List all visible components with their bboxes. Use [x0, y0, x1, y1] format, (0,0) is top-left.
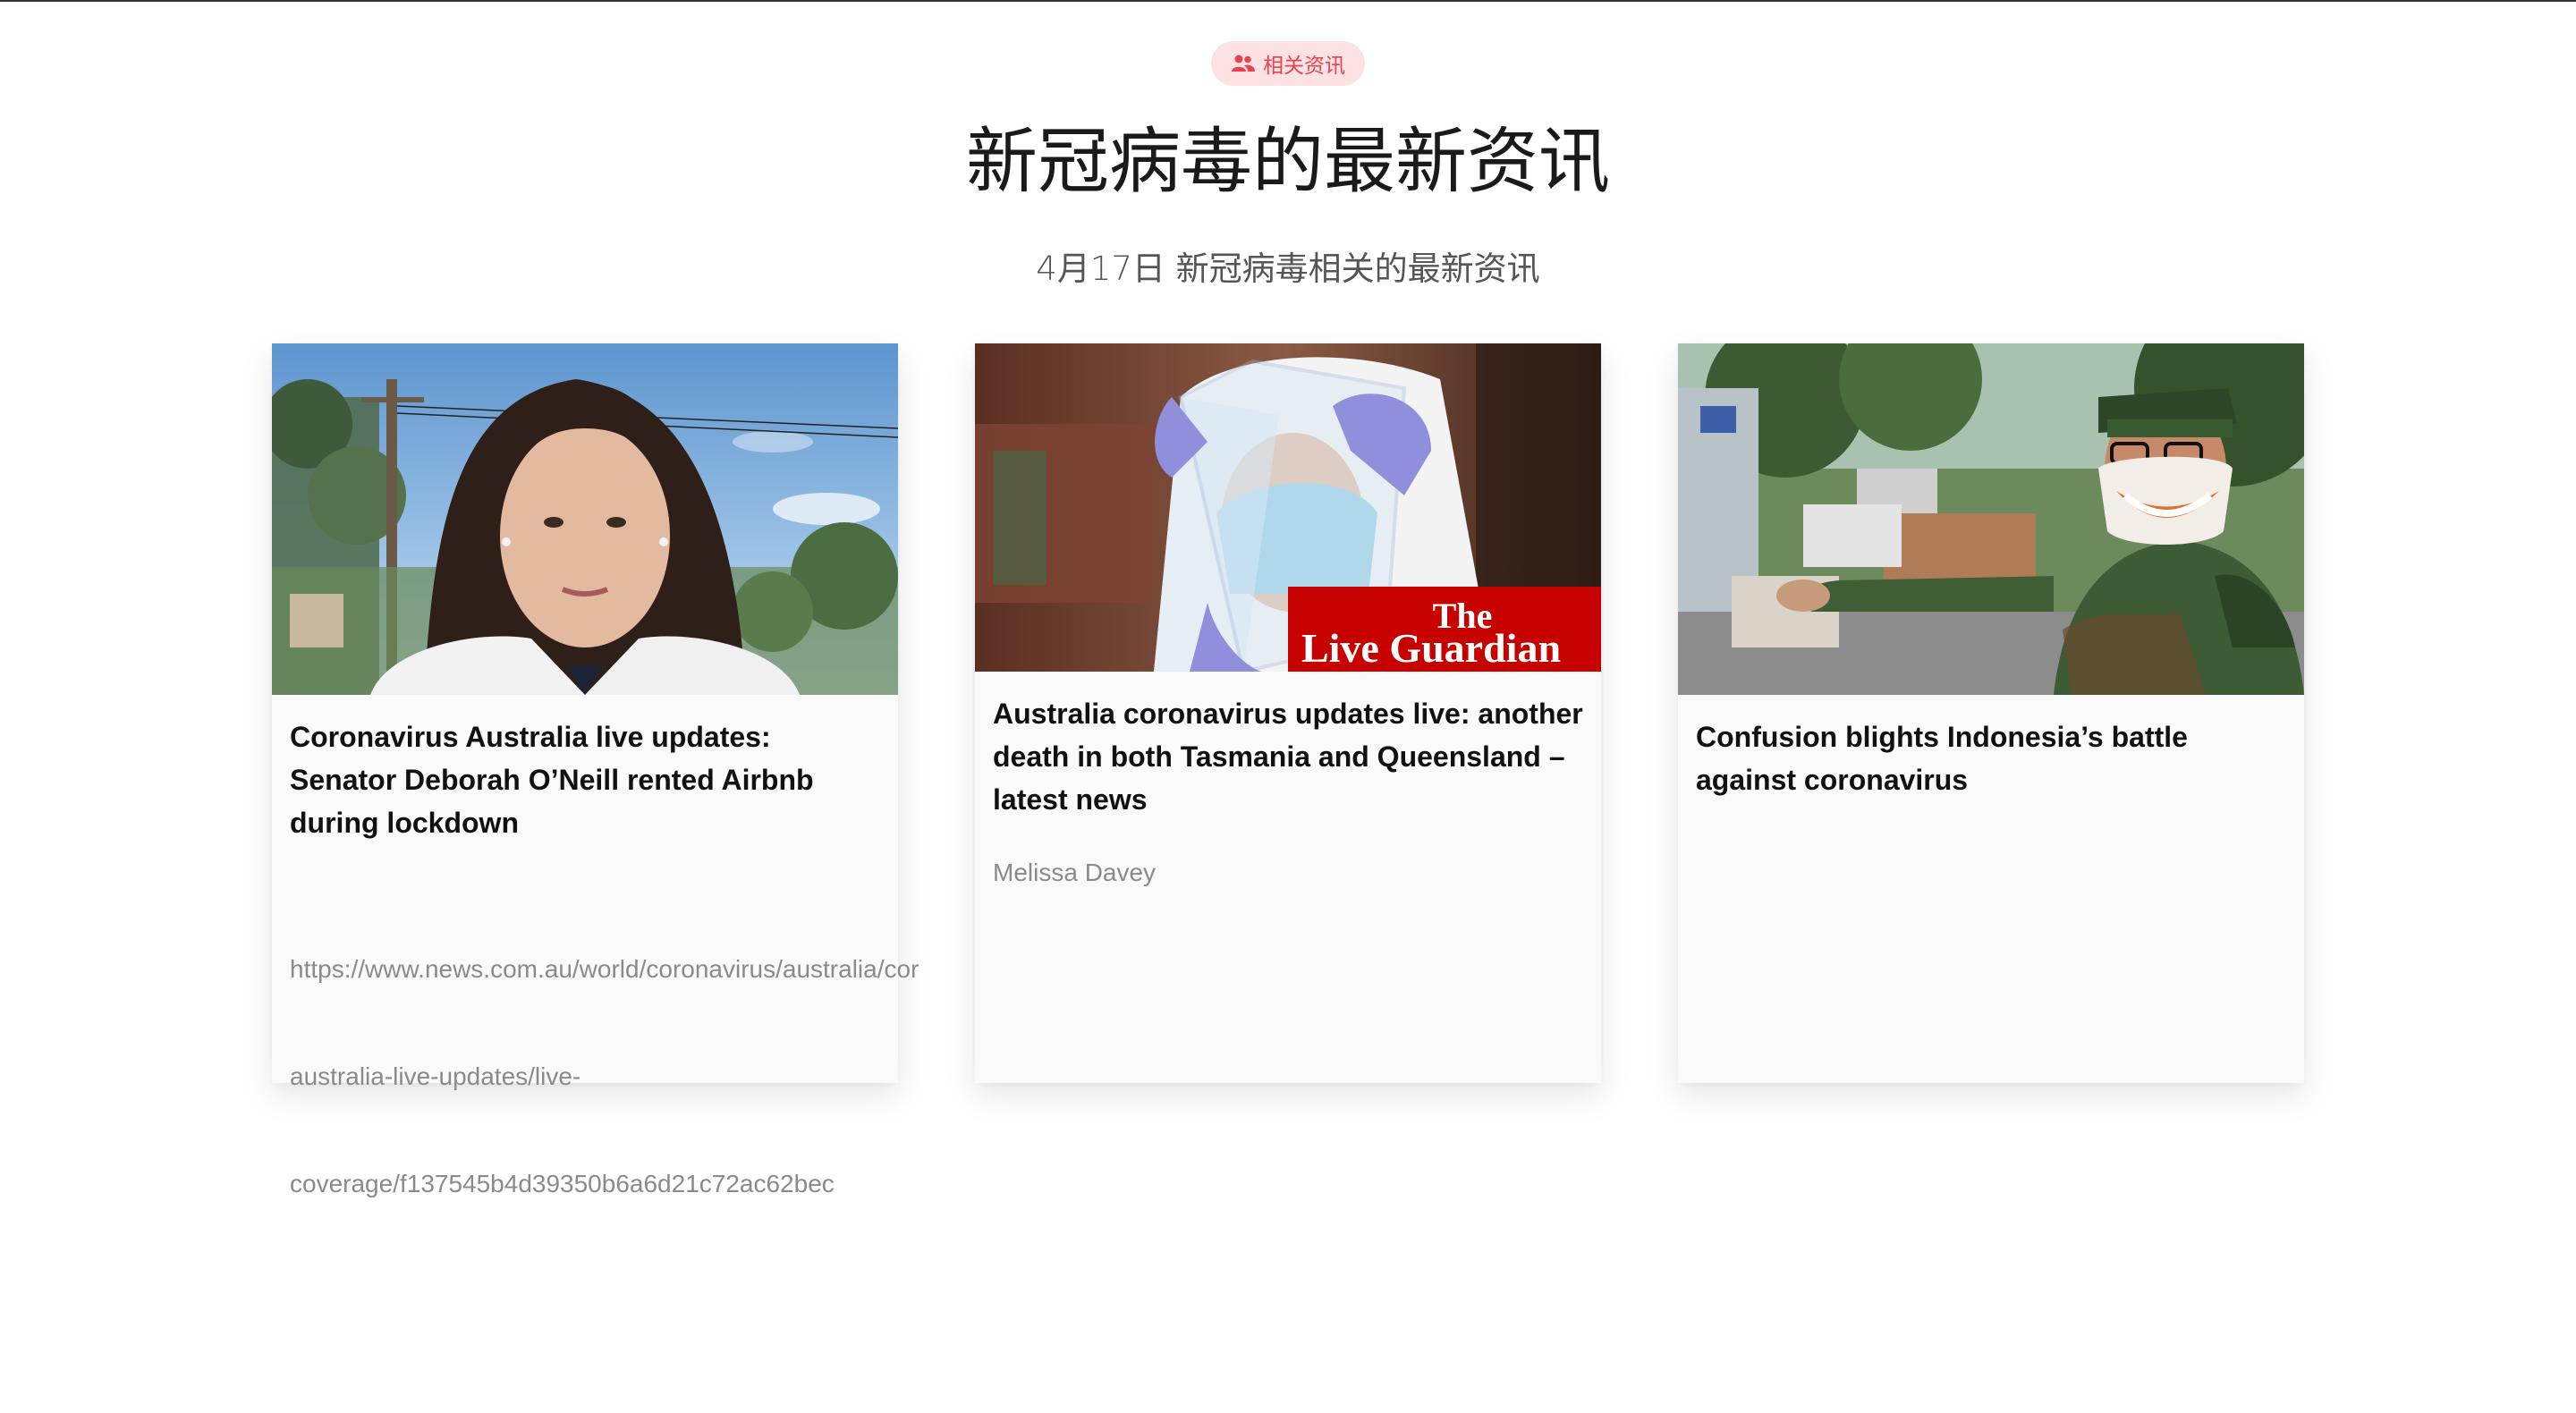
news-card-image[interactable]: The Live Guardian	[975, 343, 1601, 672]
url-line: https://www.news.com.au/world/coronaviru…	[290, 955, 919, 983]
news-card[interactable]: Confusion blights Indonesia’s battle aga…	[1678, 343, 2304, 1083]
news-card-headline[interactable]: Coronavirus Australia live updates: Sena…	[290, 715, 880, 844]
badge-label: 相关资讯	[1263, 55, 1345, 78]
section-title: 新冠病毒的最新资讯	[966, 120, 1610, 203]
news-card-image[interactable]	[1678, 343, 2304, 695]
news-card-headline[interactable]: Australia coronavirus updates live: anot…	[993, 692, 1583, 821]
section-subtitle: 4月17日 新冠病毒相关的最新资讯	[1036, 250, 1540, 288]
news-card-image[interactable]	[272, 343, 898, 695]
related-news-section: 相关资讯 新冠病毒的最新资讯 4月17日 新冠病毒相关的最新资讯 Coronav…	[0, 0, 2576, 1413]
svg-text:Live Guardian: Live Guardian	[1301, 625, 1561, 671]
url-line: australia-live-updates/live-	[290, 1062, 581, 1090]
users-icon	[1231, 54, 1256, 73]
news-card[interactable]: The Live Guardian Australia coronavirus …	[975, 343, 1601, 1083]
news-card-author: Melissa Davey	[993, 859, 1157, 886]
news-card[interactable]: Coronavirus Australia live updates: Sena…	[272, 343, 919, 1197]
url-line: coverage/f137545b4d39350b6a6d21c72ac62be…	[290, 1170, 835, 1197]
news-card-headline[interactable]: Confusion blights Indonesia’s battle aga…	[1696, 715, 2286, 801]
related-news-badge: 相关资讯	[1211, 41, 1365, 86]
news-card-url[interactable]: https://www.news.com.au/world/coronaviru…	[290, 880, 979, 1273]
